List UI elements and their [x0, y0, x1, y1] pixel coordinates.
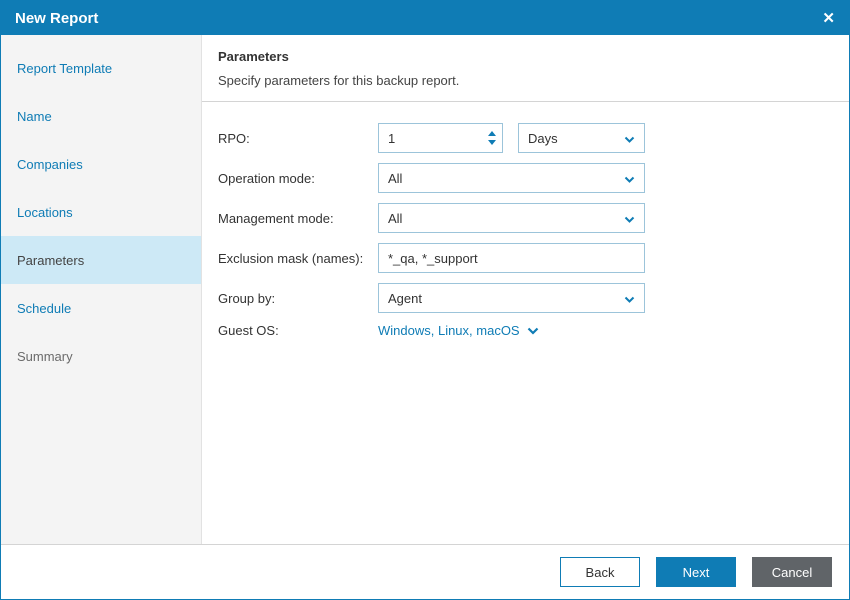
- next-button[interactable]: Next: [656, 557, 736, 587]
- dialog-body: Report Template Name Companies Locations…: [1, 35, 849, 544]
- sidebar-item-companies[interactable]: Companies: [1, 140, 201, 188]
- spinner-up-icon[interactable]: [488, 131, 496, 136]
- sidebar-item-report-template[interactable]: Report Template: [1, 44, 201, 92]
- exclusion-mask-row: Exclusion mask (names):: [218, 243, 833, 273]
- management-mode-dropdown[interactable]: All: [378, 203, 645, 233]
- page-subtitle: Specify parameters for this backup repor…: [218, 73, 460, 88]
- guest-os-value: Windows, Linux, macOS: [378, 323, 520, 338]
- management-mode-value: All: [388, 210, 403, 226]
- dialog-title: New Report: [15, 9, 99, 27]
- rpo-spinner: [488, 123, 496, 153]
- rpo-row: RPO: Days: [218, 123, 833, 153]
- sidebar-item-summary: Summary: [1, 332, 201, 380]
- guest-os-row: Guest OS: Windows, Linux, macOS: [218, 323, 833, 338]
- new-report-dialog: New Report ✕ Report Template Name Compan…: [0, 0, 850, 600]
- group-by-row: Group by: Agent: [218, 283, 833, 313]
- rpo-unit-dropdown[interactable]: Days: [518, 123, 645, 153]
- sidebar-item-parameters[interactable]: Parameters: [1, 236, 201, 284]
- content-pane: Parameters Specify parameters for this b…: [202, 35, 849, 544]
- guest-os-label: Guest OS:: [218, 323, 279, 338]
- chevron-down-icon: [624, 211, 635, 226]
- close-icon[interactable]: ✕: [822, 11, 835, 26]
- exclusion-mask-label: Exclusion mask (names):: [218, 250, 364, 266]
- sidebar-item-locations[interactable]: Locations: [1, 188, 201, 236]
- spinner-down-icon[interactable]: [488, 140, 496, 145]
- dialog-footer: Back Next Cancel: [1, 544, 849, 599]
- chevron-down-icon: [624, 291, 635, 306]
- guest-os-selector[interactable]: Windows, Linux, macOS: [378, 323, 539, 338]
- sidebar-item-label: Companies: [17, 156, 83, 172]
- sidebar-item-label: Report Template: [17, 60, 113, 76]
- parameters-form: RPO: Days: [202, 102, 849, 348]
- group-by-value: Agent: [388, 290, 422, 306]
- chevron-down-icon: [624, 131, 635, 146]
- sidebar-item-label: Parameters: [17, 252, 85, 268]
- sidebar-item-label: Summary: [17, 348, 73, 364]
- operation-mode-value: All: [388, 170, 403, 186]
- chevron-down-icon: [527, 323, 539, 338]
- rpo-stepper: [378, 123, 503, 153]
- content-header: Parameters Specify parameters for this b…: [202, 35, 849, 101]
- title-bar: New Report ✕: [1, 1, 849, 35]
- management-mode-label: Management mode:: [218, 210, 334, 226]
- chevron-down-icon: [624, 171, 635, 186]
- page-title: Parameters: [218, 49, 289, 64]
- sidebar-item-label: Schedule: [17, 300, 72, 316]
- rpo-input[interactable]: [378, 123, 503, 153]
- group-by-label: Group by:: [218, 290, 276, 306]
- rpo-unit-value: Days: [528, 130, 558, 146]
- wizard-steps-sidebar: Report Template Name Companies Locations…: [1, 35, 202, 544]
- rpo-label: RPO:: [218, 130, 250, 146]
- sidebar-item-name[interactable]: Name: [1, 92, 201, 140]
- sidebar-item-label: Name: [17, 108, 52, 124]
- exclusion-mask-input[interactable]: [378, 243, 645, 273]
- group-by-dropdown[interactable]: Agent: [378, 283, 645, 313]
- operation-mode-label: Operation mode:: [218, 170, 315, 186]
- back-button[interactable]: Back: [560, 557, 640, 587]
- cancel-button[interactable]: Cancel: [752, 557, 832, 587]
- operation-mode-dropdown[interactable]: All: [378, 163, 645, 193]
- sidebar-item-schedule[interactable]: Schedule: [1, 284, 201, 332]
- sidebar-item-label: Locations: [17, 204, 73, 220]
- operation-mode-row: Operation mode: All: [218, 163, 833, 193]
- management-mode-row: Management mode: All: [218, 203, 833, 233]
